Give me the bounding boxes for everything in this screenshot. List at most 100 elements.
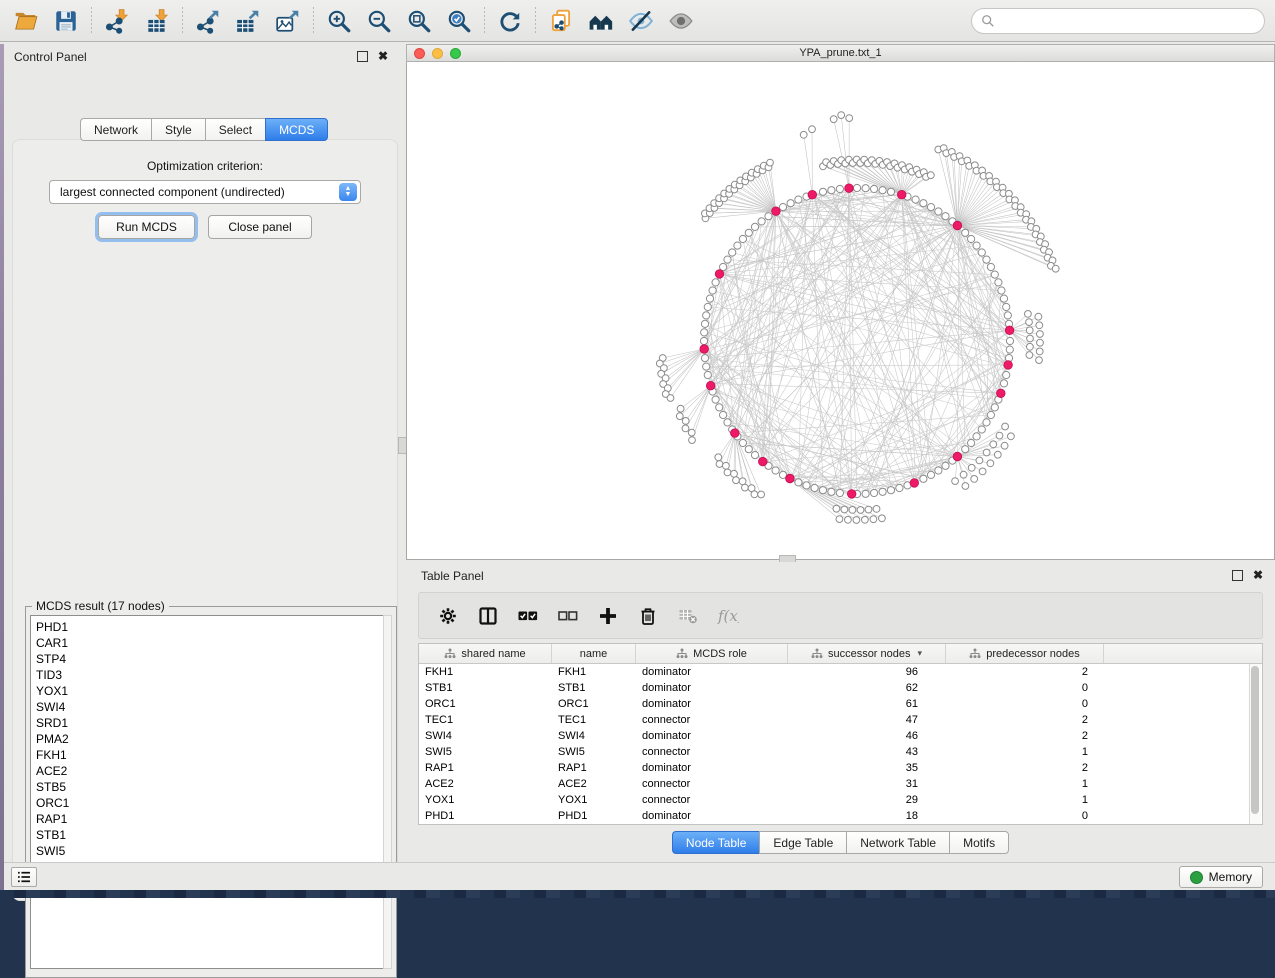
tab-node-table[interactable]: Node Table <box>672 831 760 854</box>
search-input[interactable] <box>995 10 1264 32</box>
deselect-all-columns-button[interactable] <box>555 603 581 629</box>
mcds-result-item[interactable]: TID3 <box>36 667 383 683</box>
clone-network-button[interactable] <box>541 5 581 37</box>
tab-motifs[interactable]: Motifs <box>949 831 1009 854</box>
column-header-shared-name[interactable]: shared name <box>419 644 552 663</box>
zoom-in-button[interactable] <box>319 5 359 37</box>
node-table[interactable]: shared namenameMCDS rolesuccessor nodes▾… <box>418 643 1263 825</box>
cell-MCDS-role: dominator <box>636 810 788 822</box>
column-label: predecessor nodes <box>986 648 1080 660</box>
optimization-criterion-label: Optimization criterion: <box>13 159 397 173</box>
cell-name: ACE2 <box>552 778 636 790</box>
table-row[interactable]: SWI5SWI5connector431 <box>419 744 1262 760</box>
toolbar-separator <box>313 7 314 35</box>
chk-on-icon <box>517 605 539 627</box>
mcds-result-item[interactable]: PHD1 <box>36 619 383 635</box>
desktop-edge-left <box>0 44 4 890</box>
tab-edge-table[interactable]: Edge Table <box>759 831 846 854</box>
close-panel-icon[interactable]: ✖ <box>378 52 388 61</box>
mcds-result-item[interactable]: STP4 <box>36 651 383 667</box>
table-row[interactable]: STB1STB1dominator620 <box>419 680 1262 696</box>
mcds-result-item[interactable]: CAR1 <box>36 635 383 651</box>
cell-shared-name: RAP1 <box>419 762 552 774</box>
show-column-button[interactable] <box>475 603 501 629</box>
delete-column-button[interactable] <box>635 603 661 629</box>
export-network-button[interactable] <box>188 5 228 37</box>
mcds-result-item[interactable]: RAP1 <box>36 811 383 827</box>
mcds-result-item[interactable]: ACE2 <box>36 763 383 779</box>
column-header-MCDS-role[interactable]: MCDS role <box>636 644 788 663</box>
add-column-button[interactable] <box>595 603 621 629</box>
mcds-list-scrollbar[interactable] <box>383 615 392 969</box>
eye-icon <box>668 8 694 34</box>
mcds-result-item[interactable]: YOX1 <box>36 683 383 699</box>
zoom-out-button[interactable] <box>359 5 399 37</box>
memory-button[interactable]: Memory <box>1179 866 1263 888</box>
close-panel-button[interactable]: Close panel <box>208 215 312 239</box>
mcds-result-item[interactable]: ORC1 <box>36 795 383 811</box>
network-graph[interactable] <box>407 62 1274 558</box>
open-session-button[interactable] <box>6 5 46 37</box>
zoom-fit-button[interactable] <box>399 5 439 37</box>
control-panel-title: Control Panel <box>14 50 87 64</box>
float-panel-icon[interactable] <box>357 51 368 62</box>
table-row[interactable]: ACE2ACE2connector311 <box>419 776 1262 792</box>
export-image-button[interactable] <box>268 5 308 37</box>
table-row[interactable]: RAP1RAP1dominator352 <box>419 760 1262 776</box>
svg-text:f(x): f(x) <box>717 607 739 625</box>
table-row[interactable]: YOX1YOX1connector291 <box>419 792 1262 808</box>
hide-selected-button[interactable] <box>621 5 661 37</box>
export-image-icon <box>275 8 301 34</box>
table-row[interactable]: ORC1ORC1dominator610 <box>419 696 1262 712</box>
mcds-result-item[interactable]: STB5 <box>36 779 383 795</box>
table-row[interactable]: FKH1FKH1dominator962 <box>419 664 1262 680</box>
tab-network[interactable]: Network <box>80 118 151 141</box>
tab-style[interactable]: Style <box>151 118 205 141</box>
table-scrollbar-thumb[interactable] <box>1251 666 1259 814</box>
mcds-result-item[interactable]: PMA2 <box>36 731 383 747</box>
column-header-predecessor-nodes[interactable]: predecessor nodes <box>946 644 1104 663</box>
tab-network-table[interactable]: Network Table <box>846 831 949 854</box>
mcds-result-item[interactable]: FKH1 <box>36 747 383 763</box>
grid-x-icon <box>677 605 699 627</box>
refresh-view-button[interactable] <box>490 5 530 37</box>
mcds-result-group: MCDS result (17 nodes) PHD1CAR1STP4TID3Y… <box>25 606 397 978</box>
show-all-button[interactable] <box>661 5 701 37</box>
cell-shared-name: SWI4 <box>419 730 552 742</box>
select-all-columns-button[interactable] <box>515 603 541 629</box>
save-session-button[interactable] <box>46 5 86 37</box>
column-header-name[interactable]: name <box>552 644 636 663</box>
float-table-panel-icon[interactable] <box>1232 570 1243 581</box>
run-mcds-button[interactable]: Run MCDS <box>98 215 195 239</box>
table-row[interactable]: SWI4SWI4dominator462 <box>419 728 1262 744</box>
export-table-button[interactable] <box>228 5 268 37</box>
cell-successor-nodes: 96 <box>788 666 946 678</box>
mcds-result-list[interactable]: PHD1CAR1STP4TID3YOX1SWI4SRD1PMA2FKH1ACE2… <box>30 615 384 969</box>
mcds-result-item[interactable]: SWI5 <box>36 843 383 859</box>
close-table-panel-icon[interactable]: ✖ <box>1253 571 1263 580</box>
mcds-result-item[interactable]: SWI4 <box>36 699 383 715</box>
network-view-canvas[interactable] <box>406 62 1275 560</box>
cell-MCDS-role: connector <box>636 778 788 790</box>
table-toolbar: f(x) <box>418 592 1263 639</box>
import-table-button[interactable] <box>137 5 177 37</box>
cell-predecessor-nodes: 0 <box>946 698 1104 710</box>
cell-predecessor-nodes: 2 <box>946 762 1104 774</box>
import-network-button[interactable] <box>97 5 137 37</box>
mcds-result-item[interactable]: SRD1 <box>36 715 383 731</box>
table-scrollbar[interactable] <box>1249 664 1261 824</box>
column-header-successor-nodes[interactable]: successor nodes▾ <box>788 644 946 663</box>
tab-select[interactable]: Select <box>205 118 265 141</box>
first-neighbors-button[interactable] <box>581 5 621 37</box>
search-box[interactable] <box>971 8 1265 34</box>
cell-shared-name: SWI5 <box>419 746 552 758</box>
table-row[interactable]: TEC1TEC1connector472 <box>419 712 1262 728</box>
mcds-result-item[interactable]: STB1 <box>36 827 383 843</box>
zoom-selected-button[interactable] <box>439 5 479 37</box>
criterion-dropdown[interactable]: largest connected component (undirected)… <box>49 180 361 204</box>
table-options-button[interactable] <box>435 603 461 629</box>
network-window-titlebar[interactable]: YPA_prune.txt_1 <box>406 44 1275 62</box>
show-panels-button[interactable] <box>11 867 37 887</box>
tab-mcds[interactable]: MCDS <box>265 118 328 141</box>
table-row[interactable]: PHD1PHD1dominator180 <box>419 808 1262 824</box>
